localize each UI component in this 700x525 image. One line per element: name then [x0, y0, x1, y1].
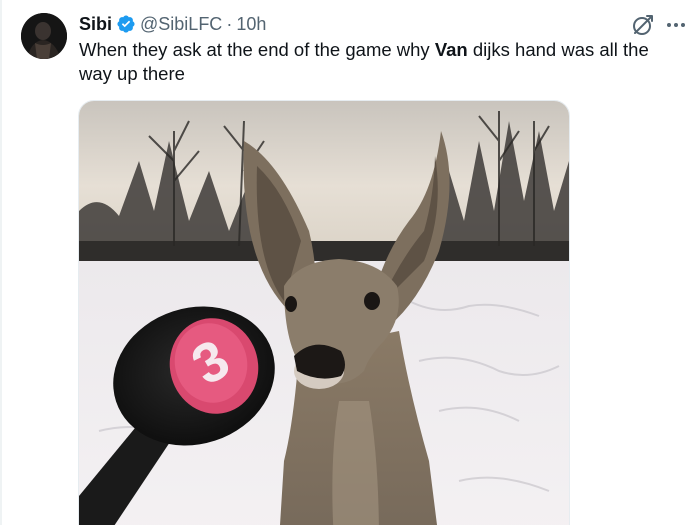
tweet-text: When they ask at the end of the game why… [79, 38, 679, 86]
timeline-divider [0, 0, 2, 525]
separator-dot: · [226, 13, 233, 34]
tweet-media-image[interactable]: 3 [78, 100, 570, 525]
tweet-text-bold: Van [434, 39, 468, 60]
author-handle[interactable]: @SibiLFC [140, 14, 222, 35]
verified-badge-icon [116, 14, 136, 34]
tweet-view: Sibi @SibiLFC · 10h When they ask at the… [0, 0, 700, 525]
tweet-text-part: When they ask at the end of the game why [79, 39, 435, 60]
tweet-header: Sibi @SibiLFC · 10h [79, 12, 266, 36]
avatar[interactable] [21, 13, 67, 59]
more-options-icon[interactable] [664, 14, 688, 36]
timestamp[interactable]: 10h [236, 14, 266, 35]
author-name[interactable]: Sibi [79, 14, 112, 35]
grok-icon[interactable] [630, 12, 656, 38]
